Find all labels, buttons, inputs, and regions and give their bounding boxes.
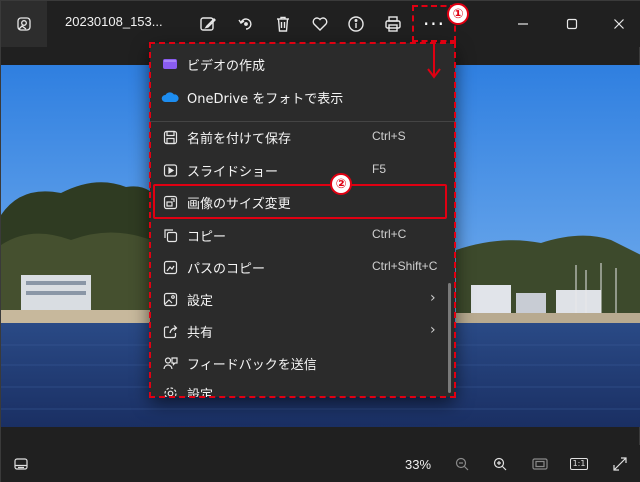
minimize-icon[interactable]: [508, 9, 538, 39]
info-icon[interactable]: [341, 9, 371, 39]
rotate-icon[interactable]: [231, 9, 261, 39]
close-icon[interactable]: [604, 9, 634, 39]
delete-icon[interactable]: [268, 9, 298, 39]
zoom-level: 33%: [405, 457, 432, 472]
actual-size-icon[interactable]: 1:1: [567, 453, 591, 475]
edit-image-icon[interactable]: [193, 9, 223, 39]
annotation-step-1: ①: [447, 3, 469, 25]
bottom-toolbar: 33% 1:1: [1, 445, 640, 482]
filmstrip-icon[interactable]: [9, 453, 33, 475]
zoom-in-icon[interactable]: [488, 453, 512, 475]
file-name: 20230108_153...: [65, 14, 163, 29]
annotation-resize-box: [153, 184, 447, 219]
title-bar: 20230108_153... ···: [1, 1, 640, 47]
photos-app-icon[interactable]: [1, 1, 47, 47]
annotation-arrow: [427, 41, 441, 79]
actual-size-label: 1:1: [569, 458, 589, 470]
zoom-out-icon[interactable]: [450, 453, 474, 475]
print-icon[interactable]: [378, 9, 408, 39]
annotation-step-2: ②: [330, 173, 352, 195]
fit-window-icon[interactable]: [528, 453, 552, 475]
maximize-icon[interactable]: [557, 9, 587, 39]
photos-app-window: 20230108_153... ··· ビデオの作成 OneDrive をフォト…: [0, 0, 640, 482]
fullscreen-icon[interactable]: [608, 453, 632, 475]
favorite-icon[interactable]: [305, 9, 335, 39]
annotation-menu-box: [149, 42, 456, 398]
